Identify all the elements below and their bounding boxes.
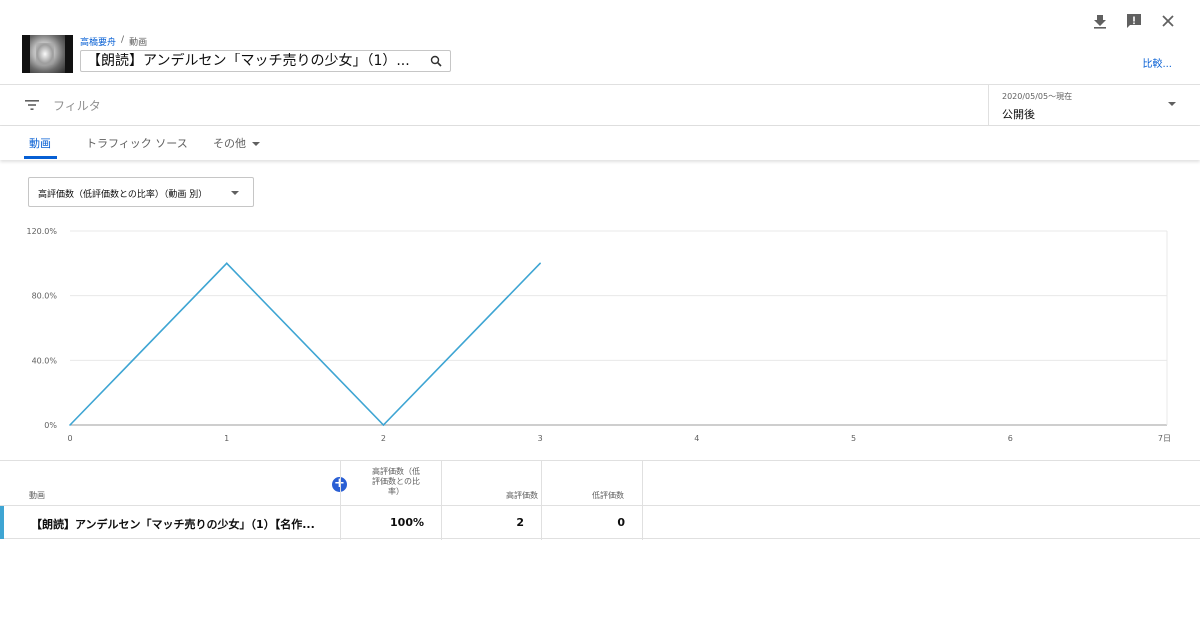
line-chart: 0% 40.0% 80.0% 120.0% 0 1 2 3 4 5 6 7日: [26, 227, 1171, 443]
download-icon[interactable]: [1091, 12, 1109, 30]
filter-bar: フィルタ 2020/05/05～現在 公開後: [0, 85, 1200, 126]
tab-videos[interactable]: 動画: [29, 135, 51, 151]
date-range-selector[interactable]: 2020/05/05～現在 公開後: [988, 85, 1200, 126]
header-video[interactable]: 動画: [29, 491, 45, 501]
header-like-ratio-line3: 率）: [388, 487, 404, 496]
row-like-ratio: 100%: [390, 516, 424, 529]
x-tick-label: 4: [694, 434, 699, 443]
breadcrumb-channel-link[interactable]: 高橋要舟: [80, 35, 116, 48]
row-dislikes: 0: [617, 516, 625, 529]
y-tick-label: 80.0%: [32, 292, 58, 301]
date-range-text: 2020/05/05～現在: [1002, 92, 1073, 101]
x-tick-label: 7日: [1158, 434, 1171, 443]
row-video-title[interactable]: 【朗読】アンデルセン「マッチ売りの少女」（1）【名作...: [31, 516, 334, 532]
x-tick-label: 3: [538, 434, 543, 443]
row-likes: 2: [516, 516, 524, 529]
data-point: [382, 424, 385, 426]
series-line: [69, 262, 541, 427]
close-icon[interactable]: [1159, 12, 1177, 30]
metric-selector-label: 高評価数（低評価数との比率）（動画 別）: [38, 190, 208, 200]
breadcrumb-section: 動画: [129, 38, 148, 48]
video-thumbnail[interactable]: [22, 35, 73, 73]
header: 高橋要舟 / 動画 【朗読】アンデルセン「マッチ売りの少女」（1）... 比較.…: [0, 0, 1200, 85]
chevron-down-icon: [252, 142, 260, 146]
y-tick-label: 120.0%: [26, 227, 57, 236]
x-tick-label: 0: [67, 434, 72, 443]
tab-bar: 動画 トラフィック ソース その他: [0, 126, 1200, 160]
series-color-marker: [0, 506, 4, 539]
breadcrumb-separator: /: [121, 35, 125, 45]
chevron-down-icon: [231, 191, 239, 195]
metric-selector[interactable]: 高評価数（低評価数との比率）（動画 別）: [28, 177, 254, 207]
header-like-ratio-line1: 高評価数（低: [372, 467, 420, 476]
compare-link[interactable]: 比較...: [1142, 55, 1172, 70]
video-title: 【朗読】アンデルセン「マッチ売りの少女」（1）...: [87, 53, 410, 69]
data-point: [225, 262, 228, 265]
feedback-icon[interactable]: [1125, 12, 1143, 30]
header-dislikes[interactable]: 低評価数: [560, 491, 624, 501]
header-like-ratio[interactable]: 高評価数（低 評価数との比 率）: [356, 467, 436, 497]
search-icon[interactable]: [430, 55, 442, 67]
header-like-ratio-line2: 評価数との比: [372, 477, 420, 486]
y-tick-label: 40.0%: [32, 356, 58, 365]
x-tick-label: 5: [851, 434, 856, 443]
data-point: [69, 424, 71, 426]
breadcrumb: 高橋要舟 / 動画: [80, 35, 147, 48]
filter-icon[interactable]: [24, 98, 40, 112]
tab-more[interactable]: その他: [213, 135, 260, 151]
data-point: [539, 262, 541, 265]
table-header: 動画 + 高評価数（低 評価数との比 率） 高評価数 低評価数: [0, 460, 1200, 540]
table-row[interactable]: 【朗読】アンデルセン「マッチ売りの少女」（1）【名作... 100% 2 0: [0, 506, 1200, 539]
tab-more-label: その他: [213, 137, 246, 150]
active-tab-indicator: [24, 156, 57, 159]
y-tick-label: 0%: [44, 421, 57, 430]
tab-traffic-sources[interactable]: トラフィック ソース: [86, 135, 188, 151]
x-tick-label: 1: [224, 434, 229, 443]
video-title-search-box[interactable]: 【朗読】アンデルセン「マッチ売りの少女」（1）...: [80, 50, 451, 72]
header-likes[interactable]: 高評価数: [460, 491, 538, 501]
date-range-value: 公開後: [1002, 108, 1035, 121]
chevron-down-icon: [1168, 102, 1176, 106]
x-tick-label: 2: [381, 434, 386, 443]
x-tick-label: 6: [1008, 434, 1013, 443]
filter-input[interactable]: フィルタ: [53, 97, 101, 114]
